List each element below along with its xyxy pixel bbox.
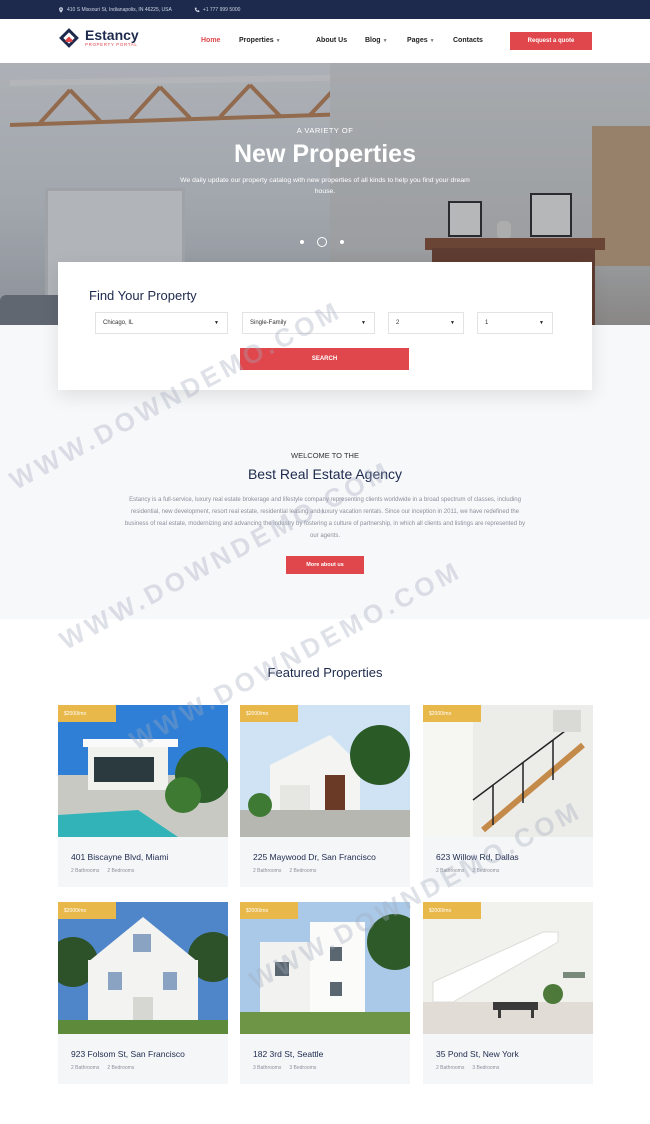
price-tag: $2000/mo — [423, 705, 481, 722]
slider-dot[interactable] — [340, 240, 344, 244]
property-image[interactable] — [423, 902, 593, 1034]
slider-dot-active[interactable] — [317, 237, 327, 247]
property-address[interactable]: 623 Willow Rd, Dallas — [436, 852, 519, 862]
caret-down-icon: ▼ — [450, 320, 455, 326]
welcome-title: Best Real Estate Agency — [247, 466, 403, 482]
property-card[interactable]: $2000/mo 225 Maywood Dr, San Francisco 2… — [240, 705, 410, 887]
property-address[interactable]: 182 3rd St, Seattle — [253, 1049, 323, 1059]
hero-title: New Properties — [233, 140, 416, 168]
search-button[interactable]: SEARCH — [240, 348, 409, 370]
property-card[interactable]: $2000/mo 35 Pond St, New York 2 Bathroom… — [423, 902, 593, 1084]
property-card[interactable]: $2000/mo 623 Willow Rd, Dallas 2 Bathroo… — [423, 705, 593, 887]
price-tag: $2000/mo — [58, 705, 116, 722]
property-image[interactable] — [240, 902, 410, 1034]
bathrooms-count: 3 Bathrooms — [253, 1065, 282, 1071]
chevron-down-icon: ▼ — [275, 37, 281, 44]
nav-item-about-us[interactable]: About Us — [316, 37, 365, 44]
logo[interactable]: Estancy PROPERTY PORTAL — [58, 27, 139, 49]
bedrooms-count: 2 Bedrooms — [289, 868, 317, 874]
chevron-down-icon: ▼ — [429, 37, 435, 44]
bedrooms-select[interactable]: 2 ▼ — [388, 312, 464, 334]
property-search-form: Find Your Property Chicago, IL ▼ Single-F… — [58, 262, 592, 390]
bathrooms-select[interactable]: 1 ▼ — [477, 312, 553, 334]
nav-item-blog[interactable]: Blog ▼ — [365, 37, 407, 44]
caret-down-icon: ▼ — [214, 320, 219, 326]
logo-tagline: PROPERTY PORTAL — [85, 42, 138, 48]
phone-info[interactable]: +1 777 999 5000 — [194, 6, 241, 13]
price-tag: $2000/mo — [423, 902, 481, 919]
property-card[interactable]: $2000/mo 182 3rd St, Seattle 3 Bathrooms… — [240, 902, 410, 1084]
property-card[interactable]: $2000/mo 401 Biscayne Blvd, Miami 2 Bath… — [58, 705, 228, 887]
property-image[interactable] — [423, 705, 593, 837]
slider-pagination — [300, 237, 344, 247]
logo-name: Estancy — [85, 27, 139, 44]
bedrooms-count: 2 Bedrooms — [472, 868, 500, 874]
property-meta: 2 Bathrooms 2 Bedrooms — [71, 1065, 134, 1071]
caret-down-icon: ▼ — [361, 320, 366, 326]
welcome-text: Estancy is a full-service, luxury real e… — [124, 497, 526, 539]
site-header: Estancy PROPERTY PORTAL Home Properties ▼… — [0, 19, 650, 63]
phone-icon — [194, 7, 200, 12]
property-address[interactable]: 923 Folsom St, San Francisco — [71, 1049, 185, 1059]
bathrooms-count: 2 Bathrooms — [253, 868, 282, 874]
property-address[interactable]: 225 Maywood Dr, San Francisco — [253, 852, 376, 862]
bedrooms-count: 3 Bedrooms — [472, 1065, 500, 1071]
featured-title: Featured Properties — [267, 665, 383, 680]
bedrooms-count: 2 Bedrooms — [107, 868, 135, 874]
property-address[interactable]: 35 Pond St, New York — [436, 1049, 519, 1059]
property-meta: 3 Bathrooms 3 Bedrooms — [253, 1065, 316, 1071]
property-image[interactable] — [58, 902, 228, 1034]
property-meta: 2 Bathrooms 2 Bedrooms — [253, 868, 316, 874]
welcome-eyebrow: WELCOME TO THE — [291, 451, 359, 460]
nav-item-properties[interactable]: Properties ▼ — [239, 37, 316, 44]
property-card[interactable]: $2000/mo 923 Folsom St, San Francisco 2 … — [58, 902, 228, 1084]
hero-description: We daily update our property catalog wit… — [180, 177, 470, 195]
price-tag: $2000/mo — [240, 705, 298, 722]
phone-text: +1 777 999 5000 — [202, 6, 241, 13]
hero-eyebrow: A VARIETY OF — [296, 126, 354, 135]
bathrooms-count: 2 Bathrooms — [71, 1065, 100, 1071]
nav-item-pages[interactable]: Pages ▼ — [407, 37, 453, 44]
main-nav: Home Properties ▼ About Us Blog ▼ Pages ▼ C… — [201, 37, 493, 44]
bathrooms-count: 2 Bathrooms — [436, 868, 465, 874]
bedrooms-count: 2 Bedrooms — [107, 1065, 135, 1071]
logo-house-icon — [59, 28, 79, 48]
nav-item-home[interactable]: Home — [201, 37, 239, 44]
address-text: 410 S Missouri St, Indianapolis, IN 4622… — [67, 6, 172, 13]
slider-dot[interactable] — [300, 240, 304, 244]
bathrooms-count: 2 Bathrooms — [71, 868, 100, 874]
property-address[interactable]: 401 Biscayne Blvd, Miami — [71, 852, 168, 862]
price-tag: $2000/mo — [240, 902, 298, 919]
property-meta: 2 Bathrooms 3 Bedrooms — [436, 1065, 499, 1071]
nav-item-contacts[interactable]: Contacts — [453, 37, 493, 44]
more-about-us-button[interactable]: More about us — [286, 556, 364, 574]
property-meta: 2 Bathrooms 2 Bedrooms — [436, 868, 499, 874]
top-info-bar: 410 S Missouri St, Indianapolis, IN 4622… — [0, 0, 650, 19]
request-quote-button[interactable]: Request a quote — [510, 32, 592, 50]
property-type-select[interactable]: Single-Family ▼ — [242, 312, 375, 334]
chevron-down-icon: ▼ — [382, 37, 388, 44]
property-image[interactable] — [240, 705, 410, 837]
location-select[interactable]: Chicago, IL ▼ — [95, 312, 228, 334]
property-meta: 2 Bathrooms 2 Bedrooms — [71, 868, 134, 874]
caret-down-icon: ▼ — [539, 320, 544, 326]
bathrooms-count: 2 Bathrooms — [436, 1065, 465, 1071]
search-title: Find Your Property — [89, 288, 197, 303]
address-info: 410 S Missouri St, Indianapolis, IN 4622… — [58, 7, 172, 13]
location-pin-icon — [59, 6, 63, 13]
property-image[interactable] — [58, 705, 228, 837]
bedrooms-count: 3 Bedrooms — [289, 1065, 317, 1071]
price-tag: $2000/mo — [58, 902, 116, 919]
